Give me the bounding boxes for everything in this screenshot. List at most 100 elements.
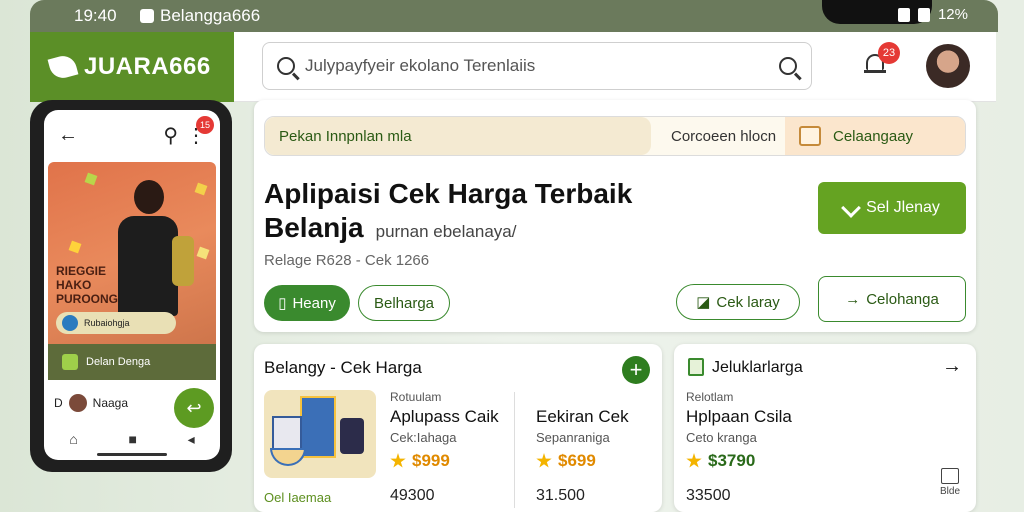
page-title-line2: Belanja purnan ebelanaya/ xyxy=(264,212,516,244)
celo-label: Celohanga xyxy=(866,290,939,308)
celo-button[interactable]: → Celohanga xyxy=(818,276,966,322)
battery-level: 12% xyxy=(937,6,968,23)
phone-search-icon[interactable]: ⚲ xyxy=(163,123,178,148)
phone-row[interactable]: D Naaga xyxy=(54,394,128,412)
phone-mockup: ← ⚲ ⋮ 15 Rieggie HAKO Puroong xyxy=(30,100,232,472)
app-screen: 19:40 Belangga666 12% JUARA666 Julypayfy… xyxy=(0,0,1024,512)
status-icons: 12% xyxy=(897,6,968,23)
nav-back-icon[interactable]: ◂ xyxy=(188,431,195,448)
app-notification-icon xyxy=(140,9,154,23)
star-icon xyxy=(390,453,406,468)
nav-square-icon[interactable]: ■ xyxy=(128,431,136,448)
phone-badge: 15 xyxy=(196,116,214,134)
share-label: Blde xyxy=(940,486,961,497)
share-icon xyxy=(941,468,959,484)
cek-harga-label: Cek laray xyxy=(716,293,780,311)
column-divider xyxy=(514,392,515,508)
nav-home-icon[interactable]: ⌂ xyxy=(69,431,77,448)
search-submit-icon[interactable] xyxy=(779,57,797,75)
brand-dot-icon xyxy=(62,315,78,331)
person-body xyxy=(118,216,178,316)
brand-name: JUARA666 xyxy=(84,53,211,80)
promo-right[interactable]: Celaangaay xyxy=(785,117,965,155)
search-icon xyxy=(277,57,295,75)
hero-bar[interactable]: Delan Denga xyxy=(48,344,216,380)
page-title-2: Belanja xyxy=(264,212,364,243)
col2-price-value: $699 xyxy=(558,451,596,470)
add-button[interactable]: + xyxy=(622,356,650,384)
col1-number: 49300 xyxy=(390,487,435,504)
pen-icon xyxy=(841,198,861,218)
status-app: Belangga666 xyxy=(140,6,260,26)
notifications-button[interactable]: 23 xyxy=(864,42,900,76)
home-tag-icon xyxy=(799,126,821,146)
phone-screen: ← ⚲ ⋮ 15 Rieggie HAKO Puroong xyxy=(44,110,220,460)
battery-icon xyxy=(917,7,930,22)
jar xyxy=(340,418,364,454)
edit-icon: ◪ xyxy=(696,294,711,311)
hero-strip: Rubaiohgja xyxy=(56,312,176,334)
col2-name[interactable]: Eekiran Cek xyxy=(536,407,629,427)
col1-name[interactable]: Aplupass Caik xyxy=(390,407,499,427)
status-time: 19:40 xyxy=(74,6,117,25)
col2-price: $699 xyxy=(536,451,596,471)
cta-label: Sel Jlenay xyxy=(866,199,940,216)
phone-hero-image: Rieggie HAKO Puroong Rubaiohgja Delan De… xyxy=(48,162,216,380)
arrow-right-icon: → xyxy=(845,290,861,308)
brand-logo[interactable]: JUARA666 xyxy=(30,32,234,102)
page-meta: Relage R628 - Cek 1266 xyxy=(264,252,430,269)
col1-price: $999 xyxy=(390,451,450,471)
card-left-title: Belangy - Cek Harga xyxy=(264,358,422,377)
card-right-name[interactable]: Hplpaan Csila xyxy=(686,407,792,427)
share-button[interactable]: Blde xyxy=(940,468,960,497)
top-app-bar: JUARA666 Julypayfyeir ekolano Terenlaiis… xyxy=(30,32,996,102)
hero-bar-text: Delan Denga xyxy=(86,356,151,368)
promo-banner[interactable]: Pekan Innpnlan mla Corcoeen hlocn Celaan… xyxy=(264,116,966,156)
col2-sub: Sepanraniga xyxy=(536,430,610,445)
status-bar: 19:40 Belangga666 12% xyxy=(30,0,998,32)
home-indicator xyxy=(97,453,167,456)
col1-sub: Cek:Iahaga xyxy=(390,430,457,445)
primary-button[interactable]: ▯ Heany xyxy=(264,285,350,321)
page-title: Aplipaisi Cek Harga Terbaik xyxy=(264,178,633,209)
card-right-price: $3790 xyxy=(686,451,755,471)
leaf-logo-icon xyxy=(47,53,79,81)
user-avatar[interactable] xyxy=(926,44,970,88)
status-app-name: Belangga666 xyxy=(160,6,261,25)
cta-button[interactable]: Sel Jlenay xyxy=(818,182,966,234)
phone-fab-button[interactable]: ↩ xyxy=(174,388,214,428)
phone-row-letter: D xyxy=(54,396,63,410)
product-image[interactable] xyxy=(264,390,376,478)
col1-price-value: $999 xyxy=(412,451,450,470)
hero-line-2: HAKO xyxy=(56,278,92,292)
secondary-button[interactable]: Belharga xyxy=(358,285,450,321)
bell-base xyxy=(864,70,886,73)
card-right-title[interactable]: Jeluklarlarga xyxy=(712,359,803,377)
star-icon xyxy=(536,453,552,468)
back-arrow-icon[interactable]: ← xyxy=(58,124,78,147)
promo-mid: Corcoeen hlocn xyxy=(671,128,777,145)
sticker-decor xyxy=(194,182,208,196)
bowl xyxy=(270,448,306,466)
phone-toolbar: ← ⚲ ⋮ xyxy=(44,110,220,160)
promo-right-label: Celaangaay xyxy=(833,127,914,145)
card-right-label: Relotlam xyxy=(686,390,734,404)
hero-strip-text: Rubaiohgja xyxy=(84,318,130,328)
product-label: Oel Iaemaa xyxy=(264,490,332,505)
person-head xyxy=(134,180,164,214)
promo-left[interactable]: Pekan Innpnlan mla xyxy=(265,117,651,155)
sticker-decor xyxy=(84,172,98,186)
col1-label: Rotuulam xyxy=(390,390,442,404)
star-icon xyxy=(686,453,702,468)
hero-line-1: Rieggie xyxy=(56,264,107,278)
search-bar[interactable]: Julypayfyeir ekolano Terenlaiis xyxy=(262,42,812,90)
phone-row-avatar xyxy=(68,394,87,412)
notification-badge: 23 xyxy=(878,42,900,64)
list-icon xyxy=(688,358,704,376)
chevron-right-icon[interactable]: → xyxy=(942,355,962,378)
page-subtitle: purnan ebelanaya/ xyxy=(375,222,517,241)
cek-harga-button[interactable]: ◪ Cek laray xyxy=(676,284,800,320)
sticker-decor xyxy=(68,240,82,254)
card-right-price-value: $3790 xyxy=(708,451,756,470)
search-input[interactable]: Julypayfyeir ekolano Terenlaiis xyxy=(305,56,769,76)
